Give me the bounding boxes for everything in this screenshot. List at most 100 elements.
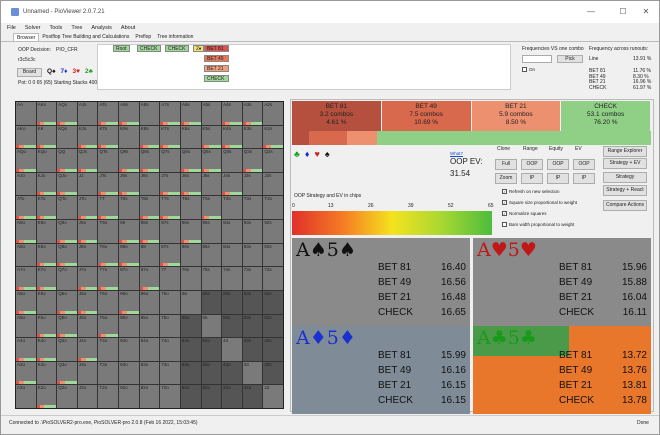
hand-cell[interactable]: 76o — [160, 290, 180, 314]
hand-cell[interactable]: T8s — [139, 196, 160, 220]
control-button[interactable]: Zoom — [495, 173, 517, 184]
action-line-item[interactable]: CHECK — [165, 45, 189, 52]
control-button[interactable]: OOP — [547, 159, 569, 170]
hand-cell[interactable]: 82o — [139, 385, 160, 408]
hand-cell[interactable]: 53s — [242, 314, 263, 338]
hand-cell[interactable]: T4s — [222, 196, 242, 220]
hand-cell[interactable]: A4o — [16, 338, 36, 361]
hand-cell[interactable]: T5o — [98, 314, 119, 338]
hand-cell[interactable]: J6s — [180, 172, 201, 196]
hand-cell[interactable]: QJs — [77, 149, 98, 172]
hand-cell[interactable]: T7o — [98, 267, 119, 290]
strategy-bar[interactable]: BET 49 7.5 combos 10.69 % — [381, 101, 471, 131]
hand-cell[interactable]: T8o — [98, 243, 119, 267]
hand-cell[interactable]: 98o — [119, 243, 139, 267]
hand-cell[interactable]: A5o — [16, 314, 36, 338]
hand-cell[interactable]: Q7o — [57, 267, 77, 290]
control-button[interactable]: OOP — [573, 159, 595, 170]
hand-cell[interactable]: A2s — [263, 102, 283, 125]
right-button[interactable]: Strategy — [603, 172, 647, 183]
hand-cell[interactable]: K5s — [201, 125, 222, 149]
tab-2[interactable]: Postflop Tree Building and Calculations — [39, 33, 132, 41]
hand-cell[interactable]: KJo — [36, 172, 57, 196]
hand-cell[interactable]: 82s — [263, 243, 283, 267]
hand-cell[interactable]: K3o — [36, 361, 57, 385]
menu-about[interactable]: About — [121, 25, 135, 31]
hand-cell[interactable]: Q9o — [57, 220, 77, 243]
hand-cell[interactable]: 97s — [160, 220, 180, 243]
hand-cell[interactable]: Q8o — [57, 243, 77, 267]
hand-cell[interactable]: 96o — [119, 290, 139, 314]
hand-cell[interactable]: J3o — [77, 361, 98, 385]
hand-cell[interactable]: A4s — [222, 102, 242, 125]
control-button[interactable]: IP — [573, 173, 595, 184]
hand-cell[interactable]: K3s — [242, 125, 263, 149]
hand-cell[interactable]: Q7s — [160, 149, 180, 172]
combo-panel[interactable]: A♣5♣ BET 81 13.72 BET 49 13.76 BET 21 13.81 CHE… — [473, 326, 651, 414]
hand-cell[interactable]: 95s — [201, 220, 222, 243]
action-option[interactable]: BET 81 — [204, 45, 229, 52]
hand-cell[interactable]: Q8s — [139, 149, 160, 172]
hand-cell[interactable]: 65o — [180, 314, 201, 338]
hand-cell[interactable]: K2s — [263, 125, 283, 149]
hand-cell[interactable]: 77 — [160, 267, 180, 290]
hand-cell[interactable]: J4s — [222, 172, 242, 196]
option-checkbox[interactable]: Bars width proportional to weight — [502, 222, 574, 228]
hand-cell[interactable]: 74o — [160, 338, 180, 361]
hand-cell[interactable]: J9s — [119, 172, 139, 196]
hand-cell[interactable]: J4o — [77, 338, 98, 361]
right-button[interactable]: Strategy + React — [603, 185, 647, 196]
hand-cell[interactable]: 96s — [180, 220, 201, 243]
hand-cell[interactable]: A6o — [16, 290, 36, 314]
right-button[interactable]: Compare Actions — [603, 200, 647, 211]
hand-cell[interactable]: QQ — [57, 149, 77, 172]
control-button[interactable]: Full — [495, 159, 517, 170]
hand-cell[interactable]: T3o — [98, 361, 119, 385]
board-button[interactable]: Board — [17, 68, 42, 77]
hand-cell[interactable]: 64o — [180, 338, 201, 361]
menu-file[interactable]: File — [7, 25, 16, 31]
action-option[interactable]: BET 49 — [204, 55, 229, 62]
hand-cell[interactable]: AKo — [16, 125, 36, 149]
tab-4[interactable]: Tree information — [154, 33, 196, 41]
hand-cell[interactable]: 32s — [263, 361, 283, 385]
hand-cell[interactable]: 83s — [242, 243, 263, 267]
hand-cell[interactable]: 75o — [160, 314, 180, 338]
hand-cell[interactable]: ATs — [98, 102, 119, 125]
hand-cell[interactable]: A6s — [180, 102, 201, 125]
hand-cell[interactable]: 86s — [180, 243, 201, 267]
hand-cell[interactable]: 62o — [180, 385, 201, 408]
hand-cell[interactable]: K8o — [36, 243, 57, 267]
hand-cell[interactable]: 65s — [201, 290, 222, 314]
hand-cell[interactable]: T3s — [242, 196, 263, 220]
menu-tools[interactable]: Tools — [49, 25, 62, 31]
hand-cell[interactable]: Q3o — [57, 361, 77, 385]
hand-cell[interactable]: A9o — [16, 220, 36, 243]
hand-cell[interactable]: K9o — [36, 220, 57, 243]
hand-cell[interactable]: A7o — [16, 267, 36, 290]
hand-cell[interactable]: KJs — [77, 125, 98, 149]
hand-cell[interactable]: A2o — [16, 385, 36, 408]
hand-cell[interactable]: AKs — [36, 102, 57, 125]
hand-cell[interactable]: 72o — [160, 385, 180, 408]
hand-cell[interactable]: 33 — [242, 361, 263, 385]
hand-cell[interactable]: J2s — [263, 172, 283, 196]
hand-cell[interactable]: K4o — [36, 338, 57, 361]
hand-cell[interactable]: K8s — [139, 125, 160, 149]
hand-cell[interactable]: 93o — [119, 361, 139, 385]
hand-cell[interactable]: 22 — [263, 385, 283, 408]
combo-panel[interactable]: A♦5♦ BET 81 15.99 BET 49 16.16 BET 21 16.15 CHE… — [292, 326, 470, 414]
hand-cell[interactable]: T9o — [98, 220, 119, 243]
hand-cell[interactable]: J3s — [242, 172, 263, 196]
hand-cell[interactable]: JTs — [98, 172, 119, 196]
right-button[interactable]: Range Explorer — [603, 146, 647, 157]
hand-cell[interactable]: 55 — [201, 314, 222, 338]
hand-cell[interactable]: J6o — [77, 290, 98, 314]
hand-cell[interactable]: AJs — [77, 102, 98, 125]
hand-cell[interactable]: KTs — [98, 125, 119, 149]
on-checkbox[interactable]: On — [522, 67, 535, 73]
minimize-icon[interactable]: — — [576, 1, 606, 23]
hand-cell[interactable]: QJo — [57, 172, 77, 196]
action-option[interactable]: BET 21 — [204, 65, 229, 72]
strategy-bar[interactable]: CHECK 53.1 combos 76.20 % — [561, 101, 650, 131]
